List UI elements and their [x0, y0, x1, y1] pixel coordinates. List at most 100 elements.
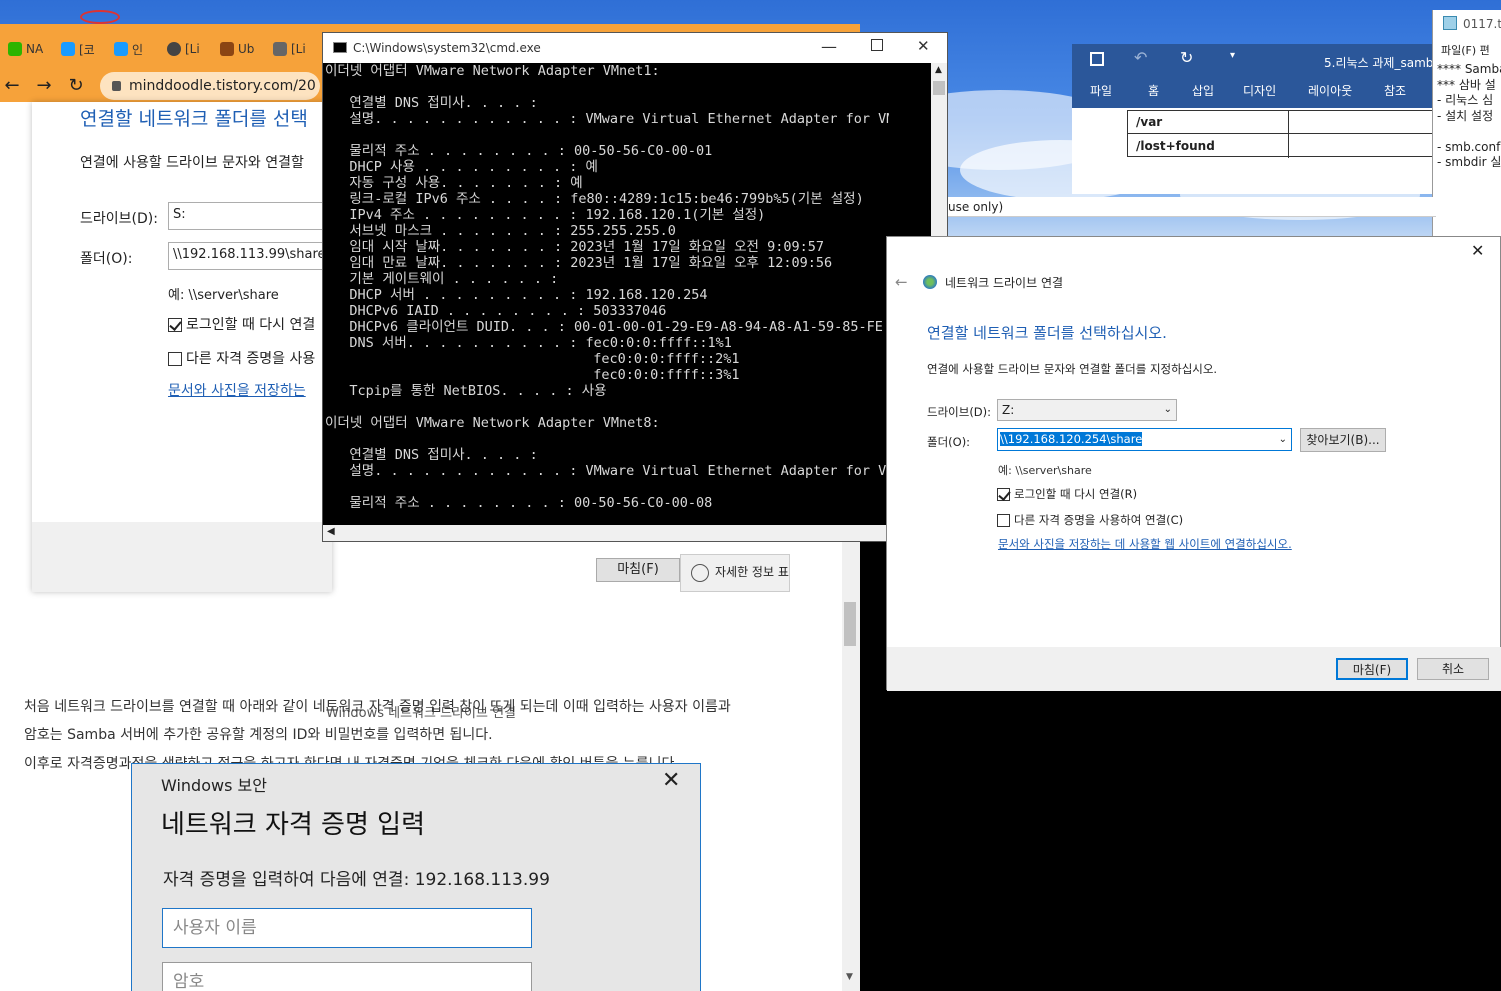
website-link[interactable]: 문서와 사진을 저장하는 데 사용할 웹 사이트에 연결하십시오.	[998, 536, 1292, 552]
cmd-window: C:\Windows\system32\cmd.exe — ✕ 이더넷 어댑터 …	[322, 32, 948, 542]
redo-icon[interactable]: ↻	[1180, 48, 1193, 67]
browse-button[interactable]: 찾아보기(B)...	[1300, 428, 1386, 452]
scroll-thumb[interactable]	[844, 602, 856, 646]
ss-reconnect: 로그인할 때 다시 연결	[168, 314, 315, 334]
browser-tab[interactable]: 인	[108, 34, 143, 64]
tab-label: [Li	[185, 42, 200, 56]
cmd-line: fec0:0:0:ffff::3%1	[325, 367, 740, 383]
ss-title: 연결할 네트워크 폴더를 선택	[80, 108, 308, 130]
tab-favicon-icon	[273, 42, 287, 56]
checkbox-icon[interactable]	[997, 514, 1010, 527]
tab-favicon-icon	[220, 42, 234, 56]
finish-button[interactable]: 마침(F)	[1336, 658, 1408, 680]
save-icon[interactable]	[1090, 52, 1104, 66]
drive-select[interactable]: Z: ⌄	[997, 399, 1177, 421]
username-input: 사용자 이름	[162, 908, 532, 948]
dialog-title: 연결할 네트워크 폴더를 선택하십시오.	[927, 324, 1167, 342]
checkbox-checked-icon[interactable]	[997, 488, 1010, 501]
forward-icon[interactable]: →	[32, 74, 56, 98]
cmd-line: DNS 서버. . . . . . . . . . : fec0:0:0:fff…	[325, 335, 732, 351]
tab-favicon-icon	[167, 42, 181, 56]
drive-select-value: Z:	[1002, 403, 1015, 417]
browser-tab[interactable]: Ub	[214, 34, 254, 64]
cmd-line: DHCPv6 IAID . . . . . . . . : 503337046	[325, 303, 667, 319]
word-table: /var /lost+found	[1127, 110, 1438, 158]
close-icon[interactable]: ✕	[1471, 241, 1484, 260]
ss-folder-label: 폴더(O):	[80, 251, 133, 267]
security-dialog-screenshot: Windows 보안 ✕ 네트워크 자격 증명 입력 자격 증명을 입력하여 다…	[131, 763, 701, 991]
password-input: 암호	[162, 962, 532, 991]
cmd-line	[325, 431, 889, 447]
word-cell: /var	[1136, 115, 1163, 129]
undo-icon[interactable]: ↶	[1134, 48, 1147, 67]
word-tab-layout[interactable]: 레이아웃	[1308, 82, 1352, 99]
drive-label: 드라이브(D):	[927, 405, 992, 419]
paragraph: 처음 네트워크 드라이브를 연결할 때 아래와 같이 네트워크 자격 증명 입력…	[24, 699, 731, 715]
word-tab-references[interactable]: 참조	[1384, 82, 1406, 99]
paragraph: 암호는 Samba 서버에 추가한 공유할 계정의 ID와 비밀번호를 입력하면…	[24, 727, 493, 743]
ss-drive-select: S:	[168, 202, 332, 230]
cmd-line	[325, 79, 889, 95]
tab-label: [코	[79, 42, 95, 57]
word-tab-home[interactable]: 홈	[1148, 82, 1159, 99]
browser-tab[interactable]: [Li	[267, 34, 306, 64]
cmd-line: 설명. . . . . . . . . . . . : VMware Virtu…	[325, 463, 889, 479]
folder-label: 폴더(O):	[927, 435, 971, 449]
tab-label: 인	[132, 42, 144, 57]
cmd-line	[325, 127, 889, 143]
chevron-down-icon[interactable]: ⌄	[1279, 431, 1287, 448]
browser-tab[interactable]: [Li	[161, 34, 200, 64]
cmd-line: DHCP 서버 . . . . . . . . . : 192.168.120.…	[325, 287, 708, 303]
minimize-icon[interactable]: —	[821, 37, 837, 56]
notepad-window: 0117.t 파일(F) 편 **** Samba *** 삼바 설- 리눅스 심…	[1432, 10, 1501, 240]
folder-input[interactable]: \\192.168.120.254\share ⌄	[997, 428, 1292, 451]
lock-icon	[112, 81, 121, 91]
word-window: ↶ ↻ ▾ 5.리눅스 과제_samba 파일 홈 삽입 디자인 레이아웃 참조…	[1072, 44, 1441, 194]
ss-other-cred: 다른 자격 증명을 사용	[168, 348, 315, 368]
scroll-left-icon[interactable]: ◀	[327, 526, 335, 537]
back-icon[interactable]: ←	[895, 273, 908, 291]
cmd-titlebar[interactable]: C:\Windows\system32\cmd.exe — ✕	[323, 33, 947, 63]
security-title: 네트워크 자격 증명 입력	[161, 810, 425, 840]
word-tab-insert[interactable]: 삽입	[1192, 82, 1214, 99]
ss-link: 문서와 사진을 저장하는	[168, 383, 306, 399]
notepad-menu[interactable]: 파일(F) 편	[1441, 42, 1490, 58]
desktop-icon[interactable]	[80, 10, 120, 24]
ss-other-cred-label: 다른 자격 증명을 사용	[186, 351, 316, 367]
scroll-down-icon[interactable]: ▼	[846, 972, 853, 982]
close-icon: ✕	[662, 768, 681, 793]
scroll-thumb[interactable]	[933, 81, 945, 95]
url-field[interactable]: minddoodle.tistory.com/20	[100, 72, 320, 100]
cancel-button[interactable]: 취소	[1417, 658, 1489, 680]
browser-tab[interactable]: NA	[2, 34, 43, 64]
ss-finish-button: 마침(F)	[596, 558, 680, 582]
browser-tab[interactable]: [코	[55, 34, 95, 64]
tab-favicon-icon	[8, 42, 22, 56]
word-ribbon: ↶ ↻ ▾ 5.리눅스 과제_samba 파일 홈 삽입 디자인 레이아웃 참조	[1072, 44, 1441, 108]
checkbox-checked-icon	[168, 318, 182, 332]
maximize-icon[interactable]	[871, 39, 883, 51]
cmd-output[interactable]: 이더넷 어댑터 VMware Network Adapter VMnet1: 연…	[325, 63, 889, 525]
folder-example: 예: \\server\share	[998, 464, 1092, 477]
quick-access-dropdown-icon[interactable]: ▾	[1230, 50, 1235, 61]
dialog-header: 네트워크 드라이브 연결	[945, 276, 1064, 290]
other-cred-option[interactable]: 다른 자격 증명을 사용하여 연결(C)	[997, 512, 1183, 528]
cmd-line: DHCPv6 클라이언트 DUID. . . : 00-01-00-01-29-…	[325, 319, 883, 335]
ss-details: 자세한 정보 표시	[680, 554, 790, 592]
scroll-up-icon[interactable]: ▲	[935, 65, 942, 75]
reload-icon[interactable]: ↻	[64, 74, 88, 98]
cmd-horizontal-scrollbar[interactable]: ◀	[323, 525, 947, 541]
reconnect-option[interactable]: 로그인할 때 다시 연결(R)	[997, 486, 1137, 502]
ss-footer	[32, 522, 332, 592]
cmd-icon	[333, 42, 347, 53]
word-tab-file[interactable]: 파일	[1090, 82, 1112, 99]
cmd-line	[325, 479, 889, 495]
close-icon[interactable]: ✕	[917, 37, 930, 55]
notepad-text[interactable]: **** Samba *** 삼바 설- 리눅스 심- 설치 설정 - smb.c…	[1437, 62, 1501, 171]
url-text: minddoodle.tistory.com/20	[129, 78, 316, 94]
cmd-line: 링크-로컬 IPv6 주소 . . . . : fe80::4289:1c15:…	[325, 191, 864, 207]
cmd-line: IPv4 주소 . . . . . . . . . : 192.168.120.…	[325, 207, 766, 223]
back-icon[interactable]: ←	[0, 74, 24, 98]
word-tab-design[interactable]: 디자인	[1243, 82, 1276, 99]
network-drive-dialog: ✕ ← 네트워크 드라이브 연결 연결할 네트워크 폴더를 선택하십시오. 연결…	[886, 236, 1501, 691]
